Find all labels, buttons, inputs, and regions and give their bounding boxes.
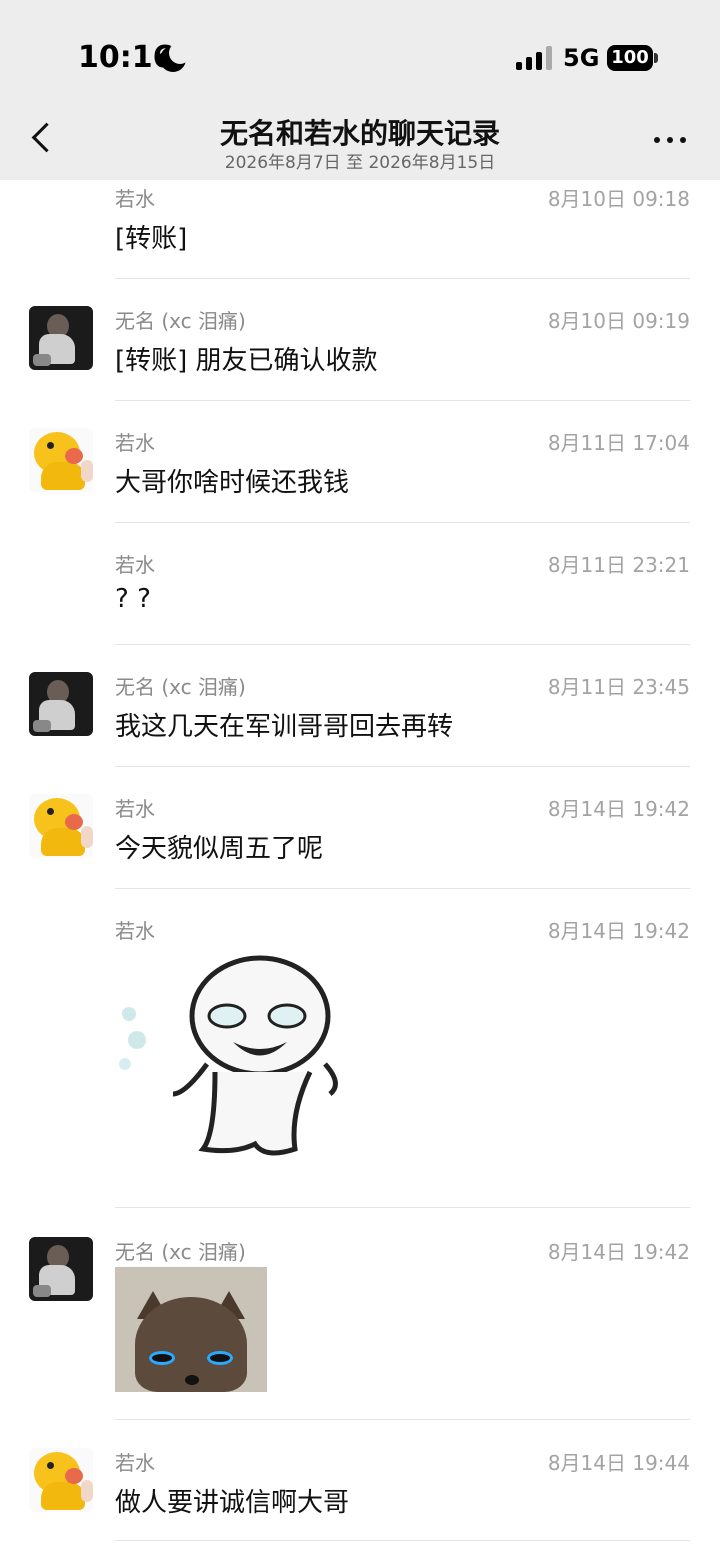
message-text: 我这几天在军训哥哥回去再转 [115,712,454,742]
battery-tip [654,53,658,63]
avatar[interactable] [29,794,93,858]
message-text: [转账] [115,224,188,254]
sender-name: 若水 [115,553,155,577]
avatar[interactable] [29,1237,93,1301]
message-text: [转账] 朋友已确认收款 [115,346,378,376]
sender-name: 若水 [115,919,155,943]
divider [115,522,690,523]
avatar[interactable] [29,428,93,492]
sender-name: 若水 [115,187,155,211]
divider [115,1540,690,1541]
divider [115,400,690,401]
date-range: 2026年8月7日 至 2026年8月15日 [224,153,496,173]
message-text: ? ? [115,584,151,614]
avatar[interactable] [29,672,93,736]
message-time: 8月11日 23:45 [547,675,690,699]
divider [115,1419,690,1420]
message-time: 8月14日 19:44 [547,1451,690,1475]
avatar[interactable] [29,306,93,370]
top-bar: 10:16 5G 100 无名和若水的聊天记录 2026年8月7日 至 2026… [0,0,720,180]
divider [115,888,690,889]
sender-name: 若水 [115,797,155,821]
sender-name: 无名 (xc 泪痛) [115,675,246,699]
back-button[interactable] [20,118,64,162]
divider [115,766,690,767]
divider [115,644,690,645]
sender-name: 无名 (xc 泪痛) [115,309,246,333]
message-text: 做人要讲诚信啊大哥 [115,1488,350,1518]
divider [115,278,690,279]
sticker-image[interactable] [115,944,350,1179]
message-time: 8月11日 23:21 [547,553,690,577]
message-time: 8月11日 17:04 [547,431,690,455]
more-button[interactable] [646,124,694,154]
avatar[interactable] [29,1448,93,1512]
sender-name: 若水 [115,1451,155,1475]
message-text: 大哥你啥时候还我钱 [115,468,350,498]
message-text: 今天貌似周五了呢 [115,834,324,864]
divider [115,1207,690,1208]
sender-name: 无名 (xc 泪痛) [115,1240,246,1264]
page-title: 无名和若水的聊天记录 [219,117,500,150]
battery-icon: 100 [607,45,653,71]
message-time: 8月14日 19:42 [547,1240,690,1264]
message-time: 8月10日 09:18 [547,187,690,211]
sender-name: 若水 [115,431,155,455]
moon-icon [160,42,191,72]
message-time: 8月14日 19:42 [547,797,690,821]
network-type: 5G [563,44,600,72]
message-time: 8月14日 19:42 [547,919,690,943]
signal-icon [516,46,552,70]
cat-photo[interactable] [115,1267,267,1392]
message-time: 8月10日 09:19 [547,309,690,333]
ghost-sticker-icon [119,955,338,1156]
